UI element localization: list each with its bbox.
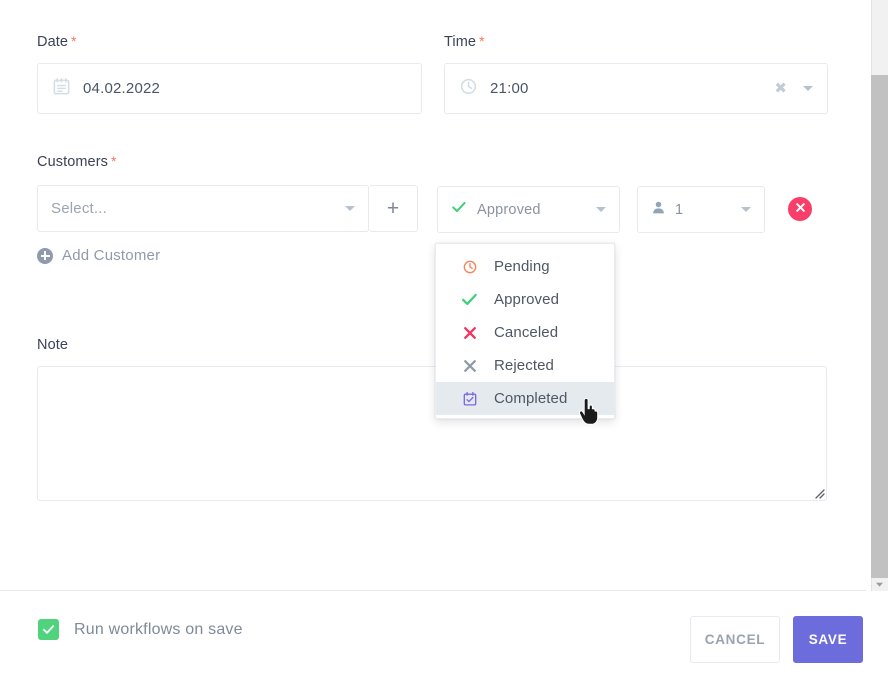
person-icon [651,200,666,220]
vertical-scrollbar-thumb[interactable] [871,75,888,578]
customer-count-value: 1 [675,201,684,218]
status-menu-label: Rejected [494,357,555,374]
note-label: Note [37,337,68,353]
cross-icon [461,324,478,341]
customers-label: Customers * [37,153,117,170]
scrollbar-down-arrow-icon[interactable] [871,578,888,591]
count-chevron-down-icon[interactable] [741,207,751,212]
run-workflows-label: Run workflows on save [74,620,243,638]
clock-icon [459,77,478,101]
date-required-marker: * [71,33,77,49]
customer-count-select[interactable]: 1 [637,186,765,233]
time-chevron-down-icon[interactable] [803,86,813,91]
status-menu-item-rejected[interactable]: Rejected [436,349,614,382]
appointment-edit-form: Date * 04.02.2022 Time * 21:00 ✖ Custome… [0,0,893,680]
customers-label-text: Customers [37,154,108,170]
calendar-check-icon [461,390,478,407]
save-button[interactable]: SAVE [793,616,863,663]
add-customer-plus-button[interactable]: + [369,185,418,232]
circle-plus-icon [37,247,53,264]
date-value: 04.02.2022 [83,80,161,97]
date-input[interactable]: 04.02.2022 [37,63,422,114]
close-icon [795,200,806,218]
date-label: Date * [37,33,77,50]
status-menu-item-canceled[interactable]: Canceled [436,316,614,349]
form-scroll-area: Date * 04.02.2022 Time * 21:00 ✖ Custome… [0,0,866,591]
status-menu-label: Pending [494,258,550,275]
time-required-marker: * [479,33,485,49]
check-icon [461,291,478,308]
customer-select-placeholder: Select... [51,200,107,217]
clock-icon [461,258,478,275]
status-menu-item-completed[interactable]: Completed [436,382,614,415]
status-dropdown-menu[interactable]: Pending Approved Canceled Rejected Compl… [435,243,615,419]
run-workflows-checkbox[interactable] [38,619,59,640]
customer-status-select[interactable]: Approved [437,186,620,233]
customer-chevron-down-icon[interactable] [345,206,355,211]
status-menu-item-pending[interactable]: Pending [436,250,614,283]
calendar-icon [52,77,71,101]
add-customer-label: Add Customer [62,247,161,264]
note-label-text: Note [37,337,69,353]
check-icon [451,199,467,220]
remove-customer-row-button[interactable] [788,197,812,221]
add-customer-link[interactable]: Add Customer [37,247,160,264]
time-label-text: Time [444,34,477,50]
time-value: 21:00 [490,80,529,97]
status-menu-label: Canceled [494,324,559,341]
customer-select[interactable]: Select... [37,185,369,232]
status-menu-item-approved[interactable]: Approved [436,283,614,316]
status-menu-label: Approved [494,291,560,308]
cancel-button[interactable]: CANCEL [690,616,780,663]
date-label-text: Date [37,34,69,50]
time-label: Time * [444,33,485,50]
time-clear-icon[interactable]: ✖ [774,81,787,96]
status-chevron-down-icon[interactable] [596,207,606,212]
x-icon [461,357,478,374]
customers-required-marker: * [111,153,117,169]
customer-status-value: Approved [477,201,541,218]
run-workflows-checkbox-row[interactable]: Run workflows on save [38,619,243,640]
note-textarea[interactable] [37,366,827,501]
status-menu-label: Completed [494,390,568,407]
plus-icon: + [386,197,400,220]
time-input[interactable]: 21:00 ✖ [444,63,828,114]
